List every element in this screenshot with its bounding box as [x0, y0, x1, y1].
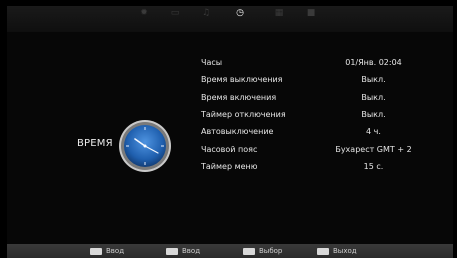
hint-label: Ввод — [182, 247, 201, 255]
setting-label: Время выключения — [201, 75, 283, 84]
hint-select: Выбор — [243, 245, 282, 257]
setting-row-menu-timer[interactable]: Таймер меню 15 с. — [201, 162, 446, 176]
menu-key-icon — [166, 247, 178, 255]
menu-panel — [7, 6, 453, 244]
exit-key-icon — [317, 247, 329, 255]
lock-icon: ■ — [306, 8, 316, 18]
setting-label: Автовыключение — [201, 127, 274, 136]
tv-osd-screen: ✹ ▭ ♫ ◷ ▦ ■ ВРЕМЯ Часы 01/Янв. 02:04 Вре… — [0, 0, 457, 258]
setting-label: Часовой пояс — [201, 145, 258, 154]
setting-label: Время включения — [201, 93, 277, 102]
hint-bar — [7, 244, 453, 258]
clock-icon — [119, 120, 171, 172]
tab-picture[interactable]: ▭ — [168, 6, 182, 20]
tab-settings[interactable]: ✹ — [137, 6, 151, 20]
setting-row-on-time[interactable]: Время включения Выкл. — [201, 93, 446, 107]
tab-sound[interactable]: ♫ — [199, 6, 213, 20]
music-note-icon: ♫ — [201, 8, 211, 18]
setting-value: Выкл. — [361, 110, 386, 119]
gear-icon: ✹ — [140, 8, 148, 18]
tab-time[interactable]: ◷ — [233, 6, 247, 20]
setting-row-clock[interactable]: Часы 01/Янв. 02:04 — [201, 58, 446, 72]
grid-icon: ▦ — [274, 8, 284, 18]
section-title: ВРЕМЯ — [77, 138, 113, 149]
tab-lock[interactable]: ■ — [304, 6, 318, 20]
setting-label: Таймер отключения — [201, 110, 286, 119]
setting-row-off-time[interactable]: Время выключения Выкл. — [201, 75, 446, 89]
setting-value: 15 с. — [363, 162, 384, 171]
hint-label: Ввод — [106, 247, 125, 255]
hint-exit: Выход — [317, 245, 357, 257]
top-tab-bar — [7, 6, 453, 32]
setting-value: 01/Янв. 02:04 — [345, 58, 402, 67]
setting-row-auto-off[interactable]: Автовыключение 4 ч. — [201, 127, 446, 141]
arrows-key-icon — [243, 247, 255, 255]
setting-label: Часы — [201, 58, 223, 67]
setting-row-sleep-timer[interactable]: Таймер отключения Выкл. — [201, 110, 446, 124]
enter-key-icon — [90, 247, 102, 255]
monitor-icon: ▭ — [170, 8, 180, 18]
setting-value: Выкл. — [361, 93, 386, 102]
hint-label: Выбор — [259, 247, 283, 255]
setting-row-time-zone[interactable]: Часовой пояс Бухарест GMT + 2 — [201, 145, 446, 159]
hint-enter: Ввод — [90, 245, 124, 257]
clock-icon: ◷ — [236, 8, 244, 18]
setting-value: Выкл. — [361, 75, 386, 84]
hint-menu-enter: Ввод — [166, 245, 200, 257]
setting-label: Таймер меню — [201, 162, 258, 171]
setting-value: 4 ч. — [366, 127, 381, 136]
tab-apps[interactable]: ▦ — [272, 6, 286, 20]
setting-value: Бухарест GMT + 2 — [335, 145, 412, 154]
hint-label: Выход — [333, 247, 357, 255]
